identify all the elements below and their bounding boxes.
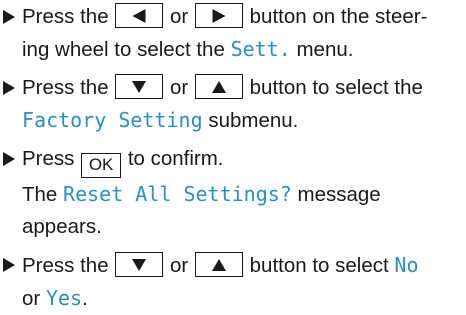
step-text: button to select <box>249 254 389 277</box>
instruction-step-3: Press OK to confirm. The Reset All Setti… <box>2 143 464 243</box>
option-yes: Yes <box>45 286 83 310</box>
step-text: ing wheel to select the <box>22 38 225 61</box>
up-arrow-key-icon <box>194 74 243 99</box>
menu-name: Sett. <box>230 37 291 61</box>
step-text: menu. <box>296 38 354 61</box>
step-text: Press <box>22 147 75 170</box>
bullet-arrow-icon <box>3 152 15 166</box>
up-arrow-key-icon <box>194 252 243 277</box>
instruction-step-2: Press the or button to select the Factor… <box>2 72 464 137</box>
down-arrow-key-icon <box>115 74 164 99</box>
left-arrow-key-icon <box>115 3 164 28</box>
display-message: Reset All Settings? <box>63 182 292 206</box>
bullet-arrow-icon <box>3 258 15 272</box>
ok-key: OK <box>81 153 122 178</box>
step-text: The <box>22 183 58 206</box>
bullet-arrow-icon <box>3 10 15 24</box>
step-text: to confirm. <box>127 147 224 170</box>
step-text: message <box>297 183 381 206</box>
step-text: or <box>170 254 189 277</box>
step-text: appears. <box>22 215 102 238</box>
step-text: Press the <box>22 76 109 99</box>
step-text: or <box>22 287 41 310</box>
right-arrow-key-icon <box>194 3 243 28</box>
submenu-name: Factory Setting <box>22 108 203 132</box>
step-text: or <box>170 5 189 28</box>
step-text: button to select the <box>249 76 423 99</box>
instruction-list: Press the or button on the steer- ing wh… <box>2 1 464 315</box>
step-text: Press the <box>22 254 109 277</box>
step-text: submenu. <box>208 109 299 132</box>
option-no: No <box>394 253 419 277</box>
step-text: . <box>82 287 88 310</box>
step-text: or <box>170 76 189 99</box>
step-text: button on the steer- <box>249 5 428 28</box>
instruction-step-4: Press the or button to select No or Yes. <box>2 249 464 315</box>
bullet-arrow-icon <box>3 81 15 95</box>
step-text: Press the <box>22 5 109 28</box>
instruction-step-1: Press the or button on the steer- ing wh… <box>2 1 464 66</box>
down-arrow-key-icon <box>115 252 164 277</box>
